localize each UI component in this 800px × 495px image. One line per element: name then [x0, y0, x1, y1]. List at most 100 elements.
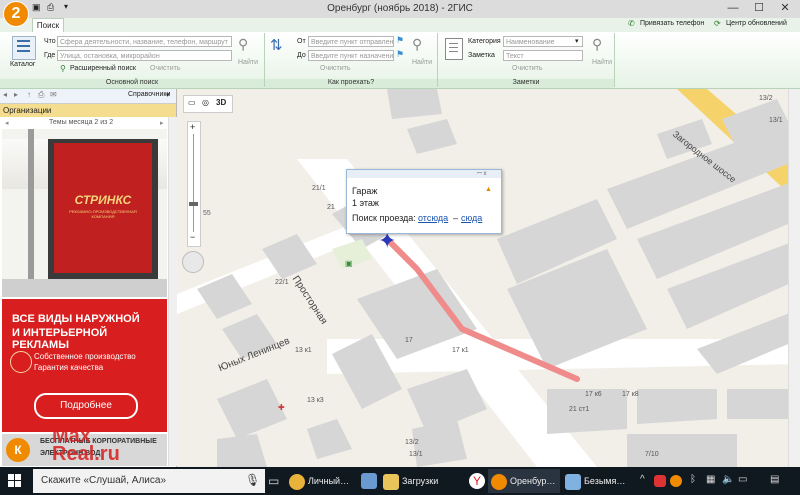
taskbar-search-input[interactable]: Скажите «Слушай, Алиса» — [41, 475, 166, 486]
map-scrollbar[interactable] — [788, 89, 800, 467]
app-logo[interactable]: 2 — [3, 1, 29, 27]
route-from-here-link[interactable]: отсюда — [418, 213, 448, 223]
directories-dropdown-icon[interactable]: ▾ — [166, 91, 170, 99]
building — [412, 419, 467, 467]
category-dropdown-icon[interactable]: ▾ — [575, 37, 579, 45]
building — [307, 419, 352, 459]
popup-warning-icon[interactable]: ▲ — [485, 186, 492, 193]
yandex-icon[interactable]: Y — [469, 473, 485, 489]
search-clear-button[interactable]: Очистить — [150, 65, 180, 72]
updates-link[interactable]: Центр обновлений — [726, 20, 787, 27]
search-find-button[interactable]: Найти — [238, 59, 258, 66]
task-view-icon[interactable]: ▭ — [268, 474, 279, 488]
notes-search-icon[interactable]: ⚲ — [592, 36, 602, 53]
taskbar-app-label: Личный… — [308, 476, 350, 486]
taskbar-app-label: Оренбур… — [510, 476, 556, 486]
route-find-button[interactable]: Найти — [412, 59, 432, 66]
themes-prev-icon[interactable]: ◂ — [5, 119, 9, 127]
taskbar-app-label: Безымя… — [584, 476, 626, 486]
ribbon-separator — [614, 33, 615, 87]
directories-dropdown[interactable]: Справочники — [128, 91, 170, 98]
category-select[interactable]: Наименование — [503, 36, 583, 47]
ad-text-2: Гарантия качества — [34, 363, 104, 372]
advanced-search-icon: ⚲ — [60, 64, 66, 73]
folder-icon — [383, 473, 399, 490]
search-icon[interactable]: ⚲ — [238, 36, 248, 53]
link-phone-link[interactable]: Привязать телефон — [640, 20, 704, 27]
ruler-icon[interactable]: ▭ — [188, 98, 196, 107]
start-windows-icon[interactable] — [8, 474, 22, 488]
map-view[interactable]: ▭ ◎ 3D + − 55 Просторная Юных Ленинцев З… — [177, 89, 800, 467]
building — [217, 434, 267, 467]
zoom-in-button[interactable]: + — [190, 122, 195, 132]
window-title: Оренбург (ноябрь 2018) - 2ГИС — [327, 3, 473, 14]
popup-window-buttons[interactable]: ꟷ x — [477, 169, 487, 177]
battery-icon[interactable]: ▭ — [738, 474, 747, 485]
catalog-button[interactable]: Каталог — [10, 61, 35, 68]
back-icon[interactable]: ◂ — [3, 90, 7, 99]
left-panel-scrollbar[interactable] — [168, 117, 177, 466]
building-label: 17 — [405, 337, 413, 344]
themes-next-icon[interactable]: ▸ — [160, 119, 164, 127]
taskbar-app-2gis[interactable]: Оренбур… — [488, 469, 560, 493]
tray-chevron-icon[interactable]: ^ — [640, 474, 645, 485]
minimize-button[interactable]: — — [720, 0, 746, 18]
from-input[interactable]: Введите пункт отправления — [308, 36, 394, 47]
maximize-button[interactable]: ☐ — [746, 0, 772, 18]
up-icon[interactable]: ↑ — [27, 90, 31, 99]
view-3d-button[interactable]: 3D — [216, 98, 226, 107]
note-input[interactable]: Текст — [503, 50, 583, 61]
rotate-icon[interactable] — [182, 251, 204, 273]
network-icon[interactable]: ▦ — [706, 474, 715, 485]
close-button[interactable]: ✕ — [772, 0, 798, 18]
tray-app-icon[interactable] — [654, 475, 666, 487]
notes-icon — [445, 38, 463, 60]
forward-icon[interactable]: ▸ — [14, 90, 18, 99]
mail-icon[interactable]: ✉ — [50, 90, 57, 99]
where-input[interactable]: Улица, остановка, микрорайон — [57, 50, 232, 61]
tray-2gis-icon[interactable] — [670, 475, 682, 487]
taskbar-search[interactable]: Скажите «Слушай, Алиса» 🎙 — [33, 469, 265, 493]
route-to-here-link[interactable]: сюда — [461, 213, 482, 223]
advanced-search-button[interactable]: Расширенный поиск — [70, 65, 136, 72]
taskbar-app-chrome[interactable]: Личный… — [286, 469, 354, 493]
notifications-icon[interactable]: ▤ — [770, 474, 779, 485]
to-input[interactable]: Введите пункт назначения — [308, 50, 394, 61]
where-label: Где — [44, 52, 56, 59]
organizations-header: Организации — [0, 104, 176, 117]
notes-clear-button[interactable]: Очистить — [512, 65, 542, 72]
building-label: 13 к3 — [307, 397, 324, 404]
taskbar-app-paint[interactable]: Безымя… — [562, 469, 634, 493]
route-search-icon[interactable]: ⚲ — [412, 36, 422, 53]
zoom-thumb[interactable] — [189, 202, 198, 206]
tab-search[interactable]: Поиск — [32, 18, 64, 33]
qat-save-icon[interactable]: ▣ — [32, 2, 41, 13]
poi-marker-icon[interactable]: ▣ — [345, 259, 353, 268]
building-label: 21/1 — [312, 185, 326, 192]
notes-find-button[interactable]: Найти — [592, 59, 612, 66]
app-icon[interactable] — [361, 473, 377, 489]
watermark-line-2: Real.ru — [52, 443, 120, 465]
taskbar-app-explorer[interactable]: Загрузки — [380, 469, 456, 493]
compass-icon[interactable]: ◎ — [202, 98, 209, 107]
bluetooth-icon[interactable]: ᛒ — [690, 474, 696, 485]
zoom-slider[interactable]: + − — [187, 121, 201, 247]
print-icon[interactable]: ⎙ — [38, 90, 44, 100]
route-clear-button[interactable]: Очистить — [320, 65, 350, 72]
microphone-icon[interactable]: 🎙 — [245, 473, 260, 487]
ad-banner-poster[interactable]: СТРИНКС РЕКЛАМНО-ПРОИЗВОДСТВЕННАЯ КОМПАН… — [2, 129, 167, 297]
from-pin-icon[interactable]: ⚑ — [396, 35, 404, 46]
volume-icon[interactable]: 🔈 — [722, 474, 734, 485]
popup-route-prefix: Поиск проезда: — [352, 213, 416, 223]
qat-dropdown-icon[interactable]: ▾ — [64, 2, 68, 11]
route-swap-icon[interactable]: ⇅ — [270, 36, 283, 54]
ad-banner-advertising[interactable]: ВСЕ ВИДЫ НАРУЖНОЙ И ИНТЕРЬЕРНОЙ РЕКЛАМЫ … — [2, 299, 167, 432]
zoom-out-button[interactable]: − — [190, 232, 195, 242]
to-pin-icon[interactable]: ⚑ — [396, 49, 404, 60]
what-input[interactable]: Сфера деятельности, название, телефон, м… — [57, 36, 232, 47]
poi-marker-icon[interactable]: ✚ — [278, 403, 285, 412]
qat-print-icon[interactable]: ⎙ — [47, 2, 54, 13]
catalog-icon[interactable] — [12, 36, 36, 60]
building-label: 17 к1 — [452, 347, 469, 354]
ad-more-button[interactable]: Подробнее — [34, 393, 138, 419]
